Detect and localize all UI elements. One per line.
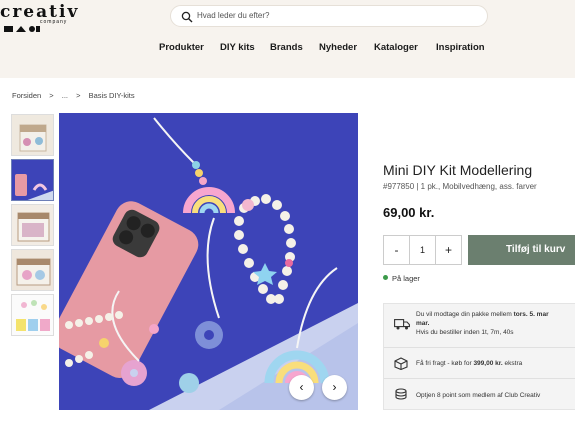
- delivery-line-1: Du vil modtage din pakke mellem tors. 5.…: [416, 311, 549, 318]
- shipping-line: Få fri fragt - køb for 399,00 kr. ekstra: [416, 360, 523, 367]
- nav-item-diy-kits[interactable]: DIY kits: [220, 42, 255, 53]
- breadcrumb-separator: >: [76, 91, 81, 100]
- product-title: Mini DIY Kit Modellering: [383, 162, 533, 178]
- delivery-line-2: Hvis du bestiller inden 1t, 7m, 40s: [416, 329, 514, 336]
- thumbnail-4[interactable]: [11, 249, 54, 291]
- info-box: Du vil modtage din pakke mellem tors. 5.…: [383, 303, 575, 410]
- truck-icon: [394, 318, 410, 332]
- stock-dot-icon: [383, 275, 388, 280]
- breadcrumb-separator: >: [49, 91, 54, 100]
- nav-item-kataloger[interactable]: Kataloger: [374, 42, 418, 53]
- nav-item-inspiration[interactable]: Inspiration: [436, 42, 485, 53]
- quantity-decrease-button[interactable]: -: [384, 236, 410, 264]
- stock-label: På lager: [392, 274, 420, 283]
- thumbnail-2[interactable]: [11, 159, 54, 201]
- main-nav: Produkter DIY kits Brands Nyheder Katalo…: [0, 42, 575, 56]
- breadcrumb-home[interactable]: Forsiden: [12, 91, 41, 100]
- quantity-input[interactable]: 1: [410, 236, 435, 264]
- gallery-prev-button[interactable]: ‹: [289, 375, 314, 400]
- quantity-stepper: - 1 +: [383, 235, 462, 265]
- breadcrumb-current[interactable]: Basis DIY-kits: [89, 91, 135, 100]
- logo-subtext: company: [40, 19, 68, 25]
- points-info: Optjen 8 point som medlem af Club Creati…: [384, 379, 575, 411]
- breadcrumb-ellipsis[interactable]: ...: [62, 91, 68, 100]
- coins-icon: [394, 388, 408, 402]
- thumbnail-1[interactable]: [11, 114, 54, 156]
- quantity-increase-button[interactable]: +: [435, 236, 461, 264]
- product-sku: #977850 | 1 pk., Mobilvedhæng, ass. farv…: [383, 182, 537, 191]
- points-line: Optjen 8 point som medlem af Club Creati…: [416, 392, 541, 399]
- thumbnail-5[interactable]: [11, 294, 54, 336]
- delivery-info: Du vil modtage din pakke mellem tors. 5.…: [384, 304, 575, 348]
- product-page: Forsiden > ... > Basis DIY-kits ‹ › Mini…: [0, 78, 575, 421]
- search-input[interactable]: Hvad leder du efter?: [197, 11, 270, 20]
- product-price: 69,00 kr.: [383, 205, 435, 220]
- search-icon: [181, 10, 195, 24]
- stock-status: På lager: [383, 274, 420, 283]
- product-main-image[interactable]: ‹ ›: [59, 113, 358, 410]
- logo[interactable]: creativ company: [0, 2, 100, 32]
- gallery-next-button[interactable]: ›: [322, 375, 347, 400]
- shipping-info: Få fri fragt - køb for 399,00 kr. ekstra: [384, 348, 575, 379]
- box-icon: [394, 357, 408, 372]
- site-header: creativ company Hvad leder du efter? Pro…: [0, 0, 575, 78]
- nav-item-nyheder[interactable]: Nyheder: [319, 42, 357, 53]
- logo-shapes-icon: [4, 20, 40, 38]
- thumbnail-3[interactable]: [11, 204, 54, 246]
- delivery-line-1b: mar.: [416, 320, 430, 327]
- nav-item-produkter[interactable]: Produkter: [159, 42, 204, 53]
- breadcrumb: Forsiden > ... > Basis DIY-kits: [12, 91, 141, 100]
- search-bar[interactable]: Hvad leder du efter?: [170, 5, 488, 27]
- nav-item-brands[interactable]: Brands: [270, 42, 303, 53]
- add-to-cart-button[interactable]: Tilføj til kurv: [468, 235, 575, 265]
